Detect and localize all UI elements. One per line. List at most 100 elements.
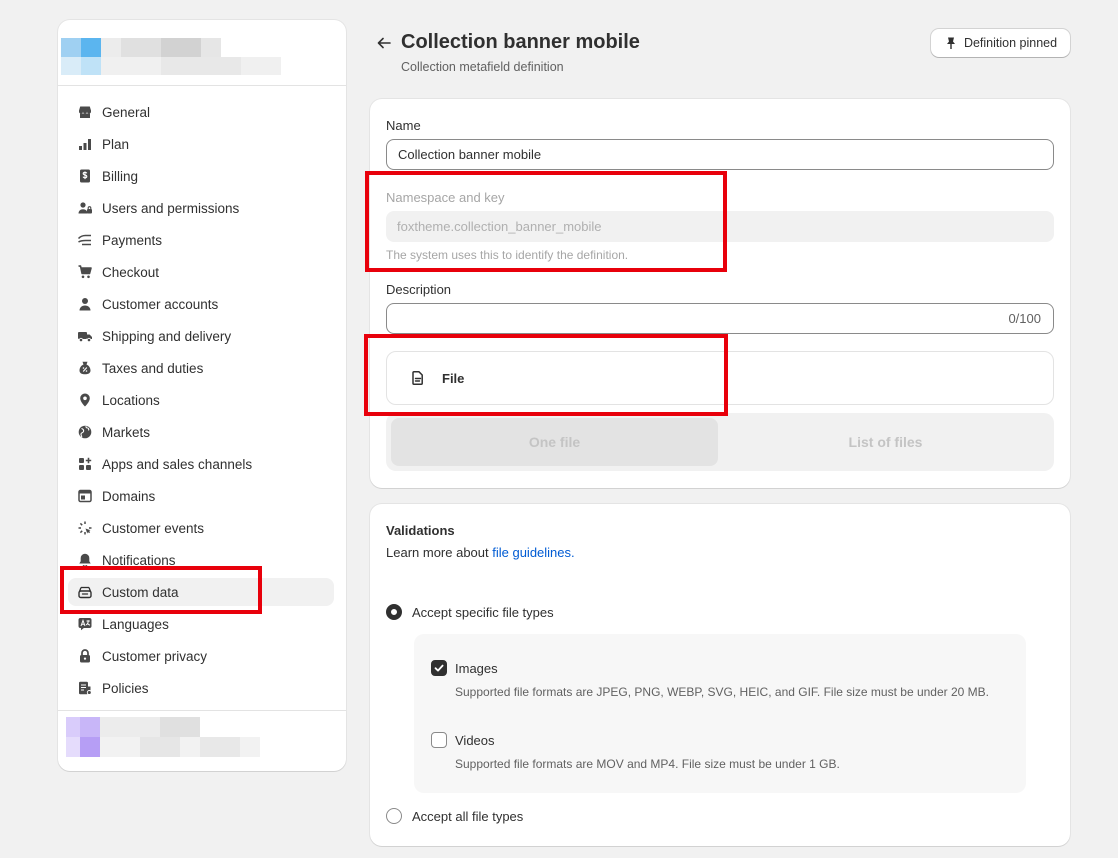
character-counter: 0/100 (1008, 311, 1041, 326)
accept-all-radio[interactable]: Accept all file types (386, 808, 523, 824)
back-button[interactable] (374, 33, 394, 53)
person-icon (76, 295, 94, 313)
sidebar-item-markets[interactable]: Markets (68, 418, 334, 446)
sidebar-item-apps-and-sales-channels[interactable]: Apps and sales channels (68, 450, 334, 478)
definition-pinned-button[interactable]: Definition pinned (931, 29, 1070, 57)
sidebar-item-general[interactable]: General (68, 98, 334, 126)
name-label: Name (386, 118, 421, 133)
validations-learn-more: Learn more about file guidelines. (386, 545, 575, 560)
sidebar-item-users-and-permissions[interactable]: Users and permissions (68, 194, 334, 222)
users-icon (76, 199, 94, 217)
user-avatar (80, 737, 100, 757)
store-avatar (81, 38, 101, 57)
store-icon (76, 103, 94, 121)
pin-label: Definition pinned (963, 36, 1058, 50)
videos-help: Supported file formats are MOV and MP4. … (455, 757, 840, 771)
sidebar-item-custom-data[interactable]: Custom data (68, 578, 334, 606)
checkbox-unchecked-icon (431, 732, 447, 748)
sidebar-item-label: Users and permissions (102, 200, 240, 216)
pin-icon (946, 37, 955, 49)
sidebar-item-label: Customer privacy (102, 648, 208, 664)
store-avatar (81, 57, 101, 75)
settings-sidebar: General Plan Billing Users and permissions P… (58, 20, 346, 771)
truck-icon (76, 327, 94, 345)
sidebar-item-label: Customer accounts (102, 296, 219, 312)
store-header[interactable] (58, 20, 346, 86)
sidebar-item-taxes-and-duties[interactable]: Taxes and duties (68, 354, 334, 382)
sidebar-item-payments[interactable]: Payments (68, 226, 334, 254)
sidebar-item-customer-events[interactable]: Customer events (68, 514, 334, 542)
user-avatar (80, 717, 100, 737)
file-count-toggle: One file List of files (386, 413, 1054, 471)
one-file-option[interactable]: One file (391, 418, 718, 466)
cursor-icon (76, 519, 94, 537)
language-icon (76, 615, 94, 633)
sidebar-item-label: Domains (102, 488, 156, 504)
namespace-help: The system uses this to identify the def… (386, 248, 629, 262)
cart-icon (76, 263, 94, 281)
radio-unselected-icon (386, 808, 402, 824)
user-email (200, 737, 240, 757)
namespace-input: foxtheme.collection_banner_mobile (386, 211, 1054, 242)
checkbox-checked-icon (431, 660, 447, 676)
images-checkbox[interactable]: Images (431, 660, 498, 676)
location-icon (76, 391, 94, 409)
user-avatar (66, 717, 80, 737)
validations-title: Validations (386, 523, 455, 538)
sidebar-item-shipping-and-delivery[interactable]: Shipping and delivery (68, 322, 334, 350)
sidebar-item-label: Taxes and duties (102, 360, 204, 376)
store-avatar (61, 38, 81, 57)
sidebar-item-languages[interactable]: Languages (68, 610, 334, 638)
user-name (160, 717, 200, 737)
sidebar-item-label: Billing (102, 168, 139, 184)
sidebar-item-notifications[interactable]: Notifications (68, 546, 334, 574)
radio-selected-icon (386, 604, 402, 620)
sidebar-item-policies[interactable]: Policies (68, 674, 334, 702)
namespace-value: foxtheme.collection_banner_mobile (397, 219, 602, 234)
page-subtitle: Collection metafield definition (401, 60, 564, 74)
description-input[interactable]: 0/100 (386, 303, 1054, 334)
sidebar-item-customer-accounts[interactable]: Customer accounts (68, 290, 334, 318)
name-input[interactable]: Collection banner mobile (386, 139, 1054, 170)
plan-icon (76, 135, 94, 153)
sidebar-item-locations[interactable]: Locations (68, 386, 334, 414)
tax-icon (76, 359, 94, 377)
sidebar-item-plan[interactable]: Plan (68, 130, 334, 158)
file-icon (410, 370, 426, 386)
policies-icon (76, 679, 94, 697)
sidebar-item-domains[interactable]: Domains (68, 482, 334, 510)
sidebar-item-label: Languages (102, 616, 169, 632)
sidebar-item-billing[interactable]: Billing (68, 162, 334, 190)
file-guidelines-link[interactable]: file guidelines. (492, 545, 574, 560)
learn-more-text: Learn more about (386, 545, 493, 560)
user-profile[interactable] (66, 717, 266, 759)
sidebar-item-label: Shipping and delivery (102, 328, 232, 344)
sidebar-item-label: Plan (102, 136, 130, 152)
file-types-panel: Images Supported file formats are JPEG, … (414, 634, 1026, 793)
sidebar-item-label: Customer events (102, 520, 205, 536)
user-avatar (66, 737, 80, 757)
page-title: Collection banner mobile (401, 31, 640, 53)
globe-icon (76, 423, 94, 441)
domains-icon (76, 487, 94, 505)
type-selector[interactable]: File (386, 351, 1054, 405)
images-label: Images (455, 660, 498, 676)
accept-specific-label: Accept specific file types (412, 604, 554, 620)
definition-card: Name Collection banner mobile Namespace … (370, 99, 1070, 488)
sidebar-item-label: Apps and sales channels (102, 456, 253, 472)
accept-specific-radio[interactable]: Accept specific file types (386, 604, 554, 620)
bell-icon (76, 551, 94, 569)
list-of-files-option[interactable]: List of files (722, 418, 1049, 466)
store-url (161, 57, 241, 75)
videos-label: Videos (455, 732, 495, 748)
name-value: Collection banner mobile (398, 147, 542, 162)
sidebar-item-label: Notifications (102, 552, 176, 568)
sidebar-item-label: Payments (102, 232, 163, 248)
sidebar-item-checkout[interactable]: Checkout (68, 258, 334, 286)
videos-checkbox[interactable]: Videos (431, 732, 495, 748)
arrow-left-icon (377, 37, 391, 49)
sidebar-item-customer-privacy[interactable]: Customer privacy (68, 642, 334, 670)
description-label: Description (386, 282, 452, 297)
namespace-label: Namespace and key (386, 190, 505, 205)
apps-icon (76, 455, 94, 473)
